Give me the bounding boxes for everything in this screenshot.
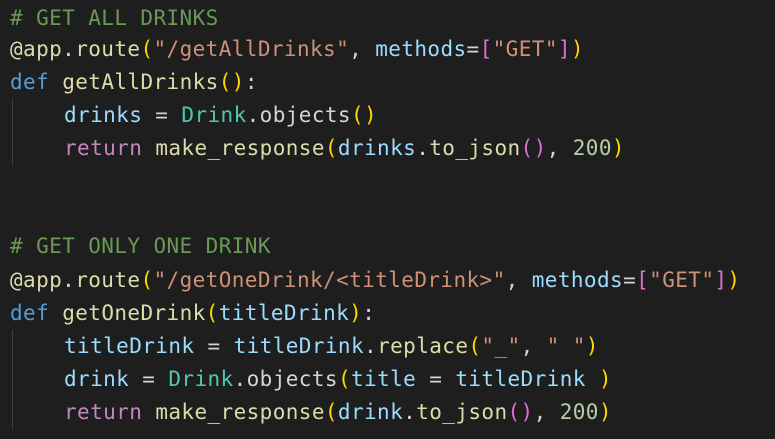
code-editor[interactable]: # GET ALL DRINKS @app.route("/getAllDrink… — [0, 0, 775, 439]
code-line[interactable]: titleDrink = titleDrink.replace("_", " "… — [64, 330, 599, 363]
code-token-function: make_response — [155, 400, 325, 424]
code-token-bracket2: [ — [479, 37, 493, 61]
code-token-param: methods — [531, 268, 624, 292]
code-token-string: "/getAllDrinks" — [153, 37, 350, 61]
code-token-plain: = — [416, 367, 456, 391]
indent-guide — [12, 99, 13, 165]
code-line[interactable]: def getAllDrinks(): — [10, 66, 258, 99]
code-token-string: " " — [546, 334, 586, 358]
code-line[interactable]: drinks = Drink.objects() — [64, 99, 377, 132]
code-token-keyword: def — [10, 301, 50, 325]
code-token-function: getAllDrinks — [62, 70, 219, 94]
code-token-bracket1: ) — [611, 136, 625, 160]
code-line[interactable]: return make_response(drinks.to_json(), 2… — [64, 132, 625, 165]
code-token-function: make_response — [155, 136, 325, 160]
code-token-plain: = — [623, 268, 637, 292]
code-line[interactable]: @app.route("/getOneDrink/<titleDrink>", … — [10, 264, 740, 297]
code-token-plain: objects — [246, 367, 338, 391]
code-token-bracket2: () — [507, 400, 534, 424]
code-token-control: return — [64, 400, 143, 424]
code-token-param: title — [350, 367, 417, 391]
code-token-bracket1: ) — [598, 400, 612, 424]
code-token-number: 200 — [559, 400, 599, 424]
code-token-bracket2: ] — [557, 37, 571, 61]
code-token-variable: titleDrink — [233, 334, 365, 358]
code-line[interactable]: # GET ONLY ONE DRINK — [10, 230, 271, 263]
code-token-param: titleDrink — [218, 301, 350, 325]
code-token-param: methods — [375, 37, 467, 61]
code-token-bracket1: ( — [140, 37, 154, 61]
code-token-bracket1: ) — [349, 301, 363, 325]
code-token-bracket1: ( — [324, 400, 338, 424]
code-token-string: "/getOneDrink/<titleDrink>" — [153, 268, 506, 292]
code-token-variable: titleDrink — [64, 334, 195, 358]
code-token-bracket1: ) — [598, 367, 612, 391]
code-token-variable: drink — [64, 367, 130, 391]
code-token-number: 200 — [572, 136, 612, 160]
code-token-string: "GET" — [492, 37, 558, 61]
code-token-comment: # GET ONLY ONE DRINK — [10, 234, 271, 258]
code-token-plain: = — [129, 367, 169, 391]
code-token-plain: , — [520, 334, 547, 358]
code-token-plain: , — [349, 37, 376, 61]
code-token-bracket1: ( — [140, 268, 154, 292]
code-token-plain: = — [194, 334, 234, 358]
code-token-bracket2: ] — [714, 268, 728, 292]
code-token-function: replace — [377, 334, 469, 358]
code-token-variable: drinks — [337, 136, 417, 160]
code-token-decorator: @app.route — [10, 37, 141, 61]
code-token-keyword: def — [10, 70, 50, 94]
code-token-bracket2: [ — [636, 268, 650, 292]
code-line[interactable]: def getOneDrink(titleDrink): — [10, 297, 375, 330]
code-token-bracket1: ( — [337, 367, 351, 391]
code-token-bracket1: ) — [570, 37, 584, 61]
code-token-plain: objects — [259, 103, 351, 127]
code-token-plain: : — [244, 70, 258, 94]
code-token-comment: # GET ALL DRINKS — [10, 6, 219, 30]
code-token-plain: , — [533, 400, 560, 424]
code-token-bracket1: ) — [585, 334, 599, 358]
code-line[interactable]: return make_response(drink.to_json(), 20… — [64, 396, 612, 429]
code-token-plain: . — [246, 103, 260, 127]
code-token-class: Drink — [181, 103, 247, 127]
code-token-bracket1: ( — [324, 136, 338, 160]
code-token-class: Drink — [168, 367, 234, 391]
code-token-function: getOneDrink — [62, 301, 206, 325]
code-line[interactable]: # GET ALL DRINKS — [10, 2, 219, 35]
code-token-string: "_" — [481, 334, 521, 358]
code-token-plain: = — [142, 103, 182, 127]
code-token-plain: : — [362, 301, 376, 325]
code-token-plain: . — [403, 400, 417, 424]
code-token-plain: = — [466, 37, 480, 61]
code-token-string: "GET" — [649, 268, 715, 292]
code-token-plain: . — [233, 367, 247, 391]
code-token-variable: drinks — [64, 103, 143, 127]
code-token-decorator: @app.route — [10, 268, 141, 292]
code-token-function: to_json — [429, 136, 521, 160]
code-token-control: return — [64, 136, 143, 160]
code-token-plain: . — [416, 136, 430, 160]
code-token-bracket1: ( — [205, 301, 219, 325]
code-token-bracket1: ( — [468, 334, 482, 358]
code-token-plain: , — [546, 136, 573, 160]
code-token-bracket1: ) — [727, 268, 741, 292]
code-token-bracket1: () — [350, 103, 378, 127]
code-token-plain: , — [505, 268, 532, 292]
code-token-variable: titleDrink — [455, 367, 586, 391]
code-line[interactable]: @app.route("/getAllDrinks", methods=["GE… — [10, 33, 584, 66]
indent-guide — [12, 330, 13, 429]
code-token-plain: . — [364, 334, 378, 358]
code-token-bracket1: () — [218, 70, 245, 94]
code-token-variable: drink — [337, 400, 404, 424]
code-token-bracket2: () — [520, 136, 547, 160]
code-line[interactable]: drink = Drink.objects(title = titleDrink… — [64, 363, 612, 396]
code-token-function: to_json — [416, 400, 508, 424]
